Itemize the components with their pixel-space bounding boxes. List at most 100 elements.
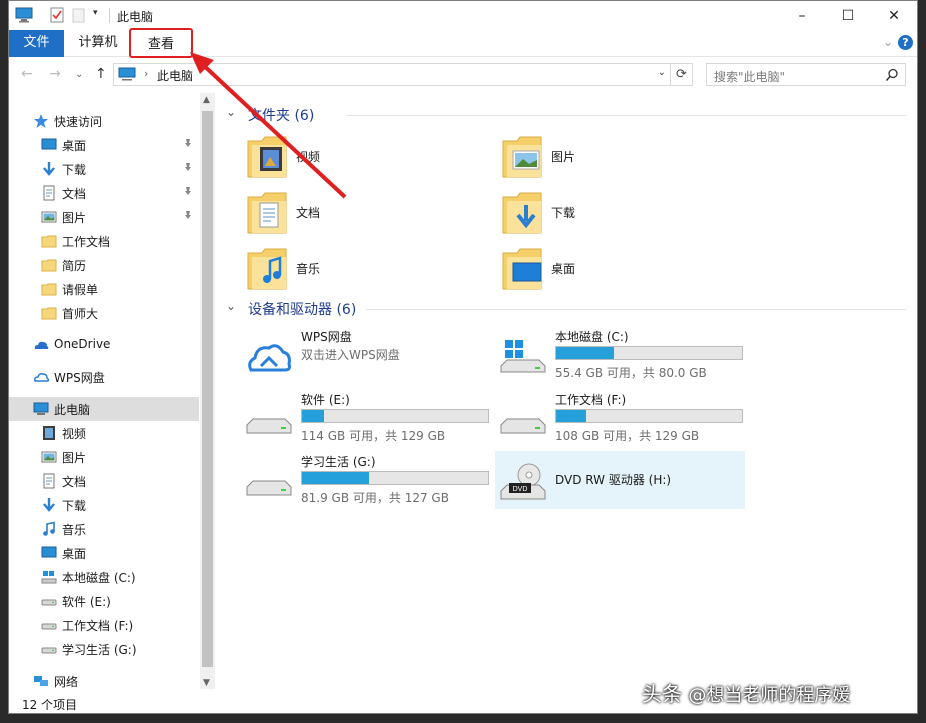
sidebar-item-18[interactable]: 本地磁盘 (C:) [9,565,199,589]
device-item[interactable]: DVD DVD RW 驱动器 (H:) [495,451,745,509]
dvd-drive-icon: DVD [499,461,547,501]
drive-icon [41,617,57,633]
folder-item[interactable]: 文档 [246,187,476,239]
sidebar-item-4[interactable]: 图片 [9,205,199,229]
folder-label: 音乐 [296,262,321,276]
nav-scrollbar[interactable]: ▲ ▼ [200,93,215,693]
sidebar-item-label: 请假单 [62,283,99,297]
sidebar-item-3[interactable]: 文档 [9,181,199,205]
device-name: 工作文档 (F:) [555,393,627,407]
sidebar-item-20[interactable]: 工作文档 (F:) [9,613,199,637]
folder-icon [41,281,57,297]
refresh-button[interactable]: ⟳ [670,64,692,85]
collapse-chevron-icon[interactable]: ⌄ [226,299,236,313]
wps-cloud-icon [33,369,50,385]
sidebar-item-0[interactable]: 快速访问 [9,109,199,133]
onedrive-icon [33,337,49,353]
sidebar-item-11[interactable]: 此电脑 [9,397,199,421]
minimize-button[interactable]: – [779,1,825,30]
sidebar-item-label: 网络 [54,675,79,689]
folder-item[interactable]: 图片 [501,131,731,183]
search-icon [885,68,898,81]
capacity-fill [302,472,369,484]
folder-label: 图片 [551,150,576,164]
back-button[interactable]: ← [21,66,33,82]
sidebar-item-16[interactable]: 音乐 [9,517,199,541]
close-button[interactable]: ✕ [871,1,917,30]
sidebar-item-7[interactable]: 请假单 [9,277,199,301]
collapse-chevron-icon[interactable]: ⌄ [226,105,236,119]
sidebar-item-19[interactable]: 软件 (E:) [9,589,199,613]
sidebar-item-8[interactable]: 首师大 [9,301,199,325]
maximize-button[interactable]: ☐ [825,1,871,30]
sidebar-item-14[interactable]: 文档 [9,469,199,493]
forward-button[interactable]: → [49,66,61,82]
folder-item[interactable]: 桌面 [501,243,731,295]
sidebar-item-label: WPS网盘 [54,371,105,385]
picture-icon [41,209,57,225]
tab-file[interactable]: 文件 [9,30,64,57]
folders-group-header[interactable]: ⌄ 文件夹 (6) [226,103,916,125]
device-item[interactable]: 本地磁盘 (C:) 55.4 GB 可用，共 80.0 GB [495,326,745,384]
sidebar-item-label: 图片 [62,211,87,225]
up-button[interactable]: ↑ [95,66,107,82]
capacity-fill [302,410,324,422]
tab-computer[interactable]: 计算机 [66,30,130,57]
device-item[interactable]: 工作文档 (F:) 108 GB 可用，共 129 GB [495,389,745,447]
device-capacity: 108 GB 可用，共 129 GB [555,429,700,443]
sidebar-item-21[interactable]: 学习生活 (G:) [9,637,199,661]
sidebar-item-17[interactable]: 桌面 [9,541,199,565]
watermark-prefix: 头条 [642,682,682,706]
help-icon[interactable]: ? [898,35,913,50]
path-separator: › [144,67,149,80]
device-item[interactable]: WPS网盘 双击进入WPS网盘 [241,326,491,384]
device-name: 软件 (E:) [301,393,350,407]
drive-icon [245,399,293,439]
sidebar-item-10[interactable]: WPS网盘 [9,365,199,389]
sidebar-item-label: 音乐 [62,523,87,537]
title-separator [109,8,110,23]
sidebar-item-15[interactable]: 下载 [9,493,199,517]
address-path[interactable]: 此电脑 [157,67,193,84]
music-folder-icon [246,245,288,291]
search-box[interactable]: 搜索"此电脑" [706,63,906,86]
sidebar-item-5[interactable]: 工作文档 [9,229,199,253]
pin-icon [184,162,192,175]
scroll-down-icon[interactable]: ▼ [203,678,210,688]
folder-label: 文档 [296,206,321,220]
scroll-thumb[interactable] [202,111,213,667]
devices-group-header[interactable]: ⌄ 设备和驱动器 (6) [226,297,916,319]
sidebar-item-12[interactable]: 视频 [9,421,199,445]
sidebar-item-2[interactable]: 下载 [9,157,199,181]
folder-item[interactable]: 视频 [246,131,476,183]
windows-drive-icon [499,336,547,376]
scroll-up-icon[interactable]: ▲ [203,95,210,105]
item-count: 12 个项目 [22,698,78,712]
new-folder-icon[interactable] [71,7,87,23]
sidebar-item-13[interactable]: 图片 [9,445,199,469]
address-bar[interactable]: › 此电脑 ⌄ ⟳ [113,63,693,86]
device-item[interactable]: 软件 (E:) 114 GB 可用，共 129 GB [241,389,491,447]
picture-icon [41,449,57,465]
document-icon [41,473,57,489]
sidebar-item-1[interactable]: 桌面 [9,133,199,157]
sidebar-item-label: 简历 [62,259,87,273]
pin-icon [184,186,192,199]
sidebar-item-label: 视频 [62,427,87,441]
file-explorer-window: ▾ 此电脑 – ☐ ✕ 文件 计算机 查看 ⌄ ? ← → ⌄ ↑ › 此电脑 … [8,0,918,714]
device-item[interactable]: 学习生活 (G:) 81.9 GB 可用，共 127 GB [241,451,491,509]
properties-icon[interactable] [49,7,65,23]
sidebar-item-6[interactable]: 简历 [9,253,199,277]
device-name: WPS网盘 [301,330,352,344]
sidebar-item-9[interactable]: OneDrive [9,333,199,357]
recent-locations-icon[interactable]: ⌄ [75,69,83,80]
address-dropdown-icon[interactable]: ⌄ [658,67,666,78]
expand-ribbon-icon[interactable]: ⌄ [883,35,893,49]
folder-item[interactable]: 下载 [501,187,731,239]
folder-item[interactable]: 音乐 [246,243,476,295]
desktop-folder-icon [501,245,543,291]
sidebar-item-label: 首师大 [62,307,99,321]
sidebar-item-label: 文档 [62,187,87,201]
tab-view[interactable]: 查看 [129,28,193,58]
quick-access-dropdown-icon[interactable]: ▾ [93,8,98,18]
